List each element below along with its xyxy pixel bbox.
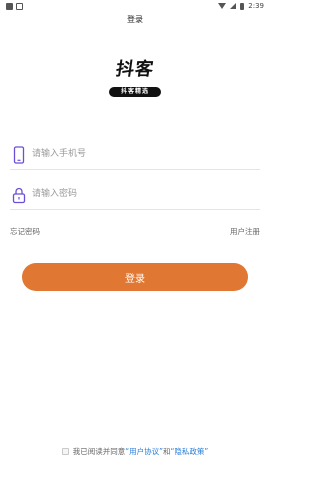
notification-icons: [6, 3, 23, 10]
register-link[interactable]: 用户注册: [230, 226, 260, 237]
notification-icon: [16, 3, 23, 10]
wifi-icon: [218, 3, 227, 9]
battery-icon: [240, 2, 245, 10]
phone-field: [10, 141, 260, 170]
agreement-and: 和: [163, 447, 171, 456]
signal-icon: [230, 3, 237, 9]
notification-icon: [6, 3, 13, 10]
logo-text: 抖客: [114, 59, 156, 80]
page-title: 登录: [127, 15, 143, 24]
agreement-checkbox[interactable]: [61, 448, 69, 455]
logo-tagline: 抖客精选: [109, 87, 161, 97]
phone-icon: [13, 146, 25, 164]
status-time: 2:39: [248, 2, 264, 10]
login-button[interactable]: 登录: [22, 263, 248, 291]
system-icons: 2:39: [218, 2, 264, 10]
password-field: [10, 181, 260, 210]
agreement-prefix: 我已阅读并同意: [72, 447, 126, 456]
lock-icon: [12, 187, 26, 204]
password-input[interactable]: [32, 185, 252, 203]
phone-input[interactable]: [32, 145, 252, 163]
user-agreement-link[interactable]: “用户协议”: [125, 447, 163, 456]
agreement-row: 我已阅读并同意“用户协议”和“隐私政策”: [0, 446, 270, 457]
privacy-policy-link[interactable]: “隐私政策”: [171, 447, 209, 456]
auth-links: 忘记密码 用户注册: [10, 226, 260, 238]
forgot-password-link[interactable]: 忘记密码: [10, 226, 40, 237]
status-bar: 2:39: [0, 0, 270, 14]
app-logo: 抖客 抖客精选: [105, 59, 165, 102]
